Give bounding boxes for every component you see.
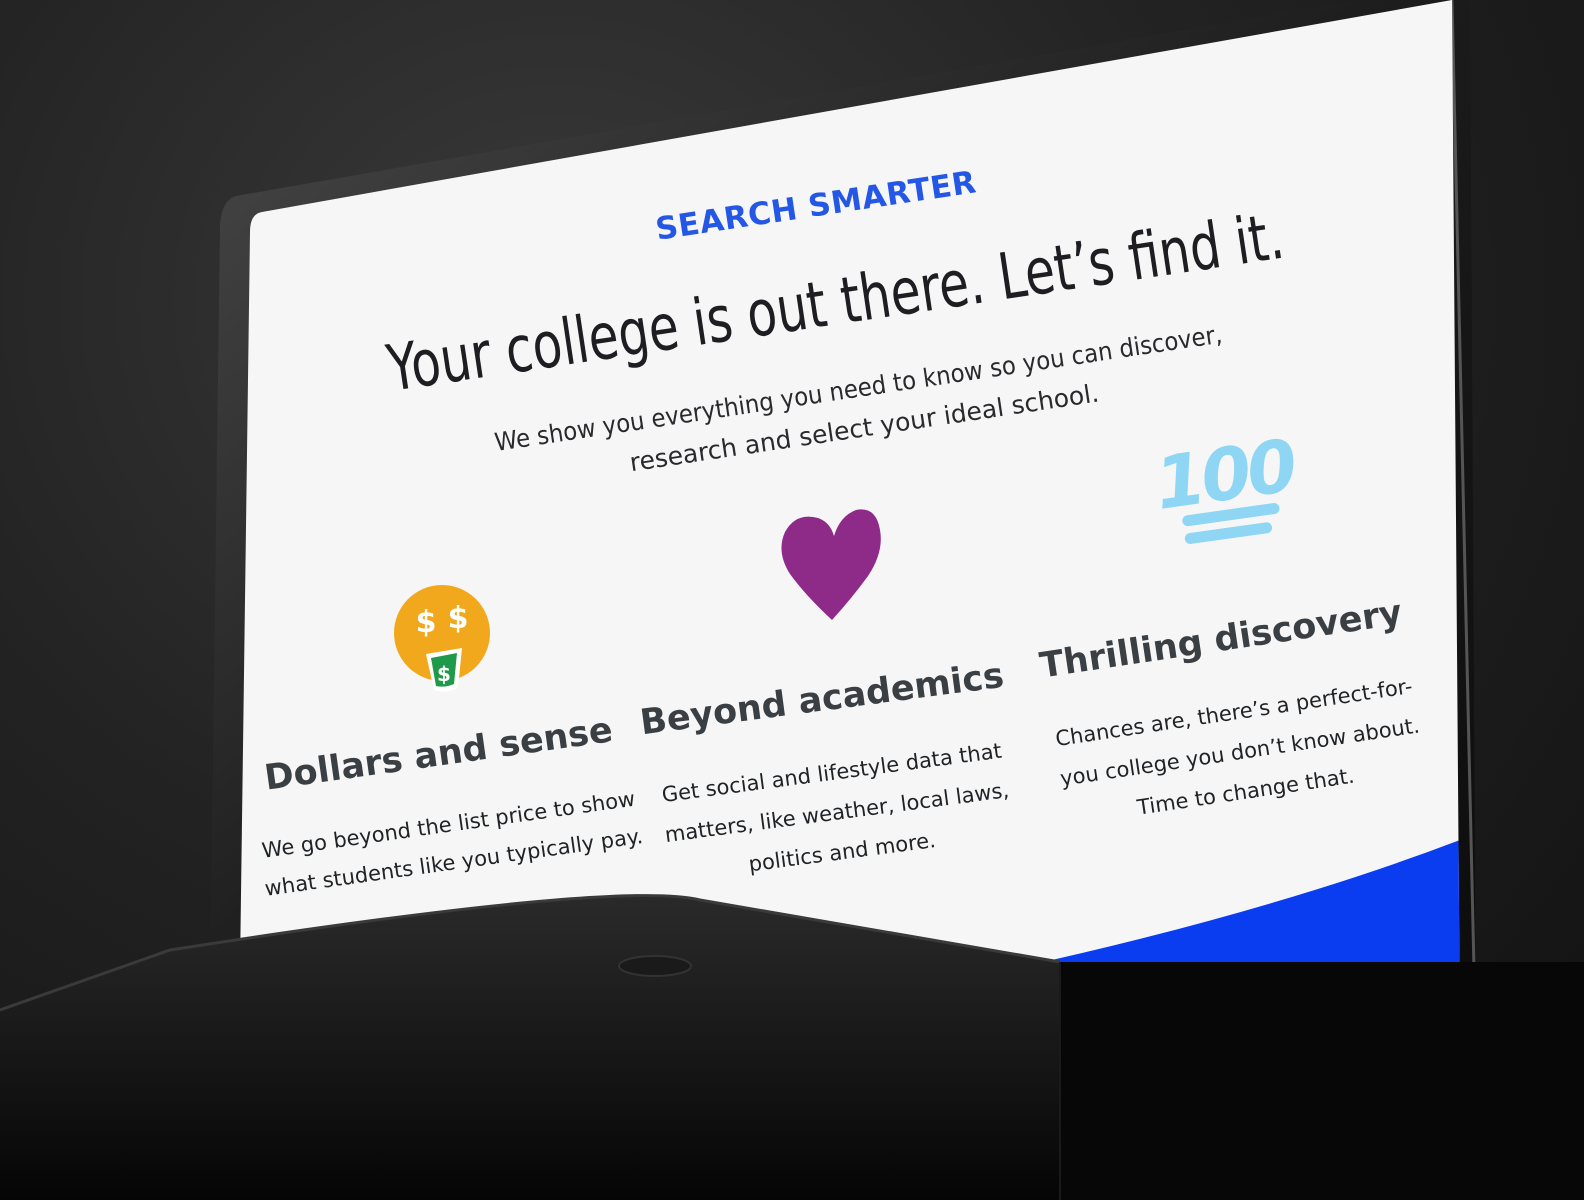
dollar-eye-left: $ bbox=[416, 605, 437, 640]
laptop-hinge-notch bbox=[618, 955, 692, 977]
laptop-mockup-scene: SEARCH SMARTER Your college is out there… bbox=[0, 0, 1584, 1200]
dollar-tongue: $ bbox=[437, 662, 451, 686]
dollar-eye-right: $ bbox=[448, 601, 469, 636]
